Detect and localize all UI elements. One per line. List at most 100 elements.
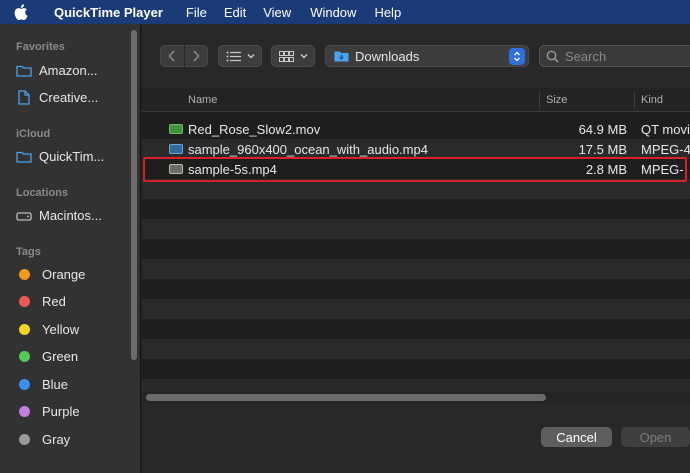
tag-label: Yellow [42, 322, 80, 337]
menu-file[interactable]: File [186, 5, 207, 20]
empty-row [142, 279, 690, 299]
folder-icon [16, 64, 32, 78]
empty-row [142, 199, 690, 219]
tag-orange[interactable]: Orange [16, 267, 85, 282]
dialog-footer: Cancel Open [142, 404, 690, 473]
open-file-dialog: Favorites Amazon... Creative... iCloud Q… [0, 24, 690, 473]
empty-row [142, 359, 690, 379]
green-tag-dot-icon [19, 351, 30, 362]
updown-chevron-icon [509, 48, 525, 65]
search-icon [546, 50, 559, 63]
sidebar-item-macintosh[interactable]: Macintos... [16, 208, 102, 223]
icon-grid-view-button[interactable] [271, 45, 315, 67]
horizontal-scrollbar[interactable] [146, 394, 546, 401]
file-name: sample-5s.mp4 [188, 162, 277, 177]
file-kind: MPEG-4 [641, 142, 690, 157]
movie-file-icon [169, 124, 183, 134]
empty-row [142, 179, 690, 199]
file-row[interactable]: Red_Rose_Slow2.mov 64.9 MB QT movi [142, 119, 690, 139]
column-divider[interactable] [634, 91, 635, 109]
blue-tag-dot-icon [19, 379, 30, 390]
sidebar-item-label: Amazon... [39, 63, 98, 78]
toolbar: Downloads [142, 24, 690, 88]
empty-row [142, 239, 690, 259]
menu-window[interactable]: Window [310, 5, 356, 20]
tag-label: Gray [42, 432, 71, 447]
file-name: sample_960x400_ocean_with_audio.mp4 [188, 142, 428, 157]
tag-purple[interactable]: Purple [16, 404, 80, 419]
purple-tag-dot-icon [19, 406, 30, 417]
menu-edit[interactable]: Edit [224, 5, 246, 20]
sidebar-item-label: QuickTim... [39, 149, 105, 164]
tag-label: Orange [42, 267, 86, 282]
folder-icon [16, 150, 32, 164]
tag-gray[interactable]: Gray [16, 432, 70, 447]
tag-green[interactable]: Green [16, 349, 78, 364]
file-kind: MPEG- [641, 162, 684, 177]
tag-label: Red [42, 294, 66, 309]
file-size: 17.5 MB [578, 142, 627, 157]
tag-blue[interactable]: Blue [16, 377, 68, 392]
document-icon [16, 90, 32, 105]
disk-icon [16, 209, 32, 223]
chevron-down-icon [300, 53, 308, 59]
file-row[interactable]: sample_960x400_ocean_with_audio.mp4 17.5… [142, 139, 690, 159]
chevron-down-icon [247, 53, 255, 59]
search-field[interactable] [539, 45, 690, 67]
file-kind: QT movi [641, 122, 690, 137]
sidebar-section-favorites: Favorites [16, 41, 65, 53]
yellow-tag-dot-icon [19, 324, 30, 335]
column-divider[interactable] [539, 91, 540, 109]
tag-label: Blue [42, 377, 69, 392]
menu-bar: QuickTime Player File Edit View Window H… [0, 0, 690, 24]
tag-red[interactable]: Red [16, 294, 66, 309]
apple-logo-icon[interactable] [14, 4, 40, 20]
sidebar-item-creative[interactable]: Creative... [16, 90, 98, 105]
search-input[interactable] [565, 48, 685, 64]
list-view-button[interactable] [218, 45, 262, 67]
empty-row [142, 299, 690, 319]
file-row[interactable]: sample-5s.mp4 2.8 MB MPEG- [142, 159, 690, 179]
cancel-button[interactable]: Cancel [541, 427, 612, 447]
column-header-name[interactable]: Name [188, 94, 217, 106]
video-file-icon [169, 144, 183, 154]
tag-yellow[interactable]: Yellow [16, 322, 79, 337]
file-list: Name Size Kind Red_Rose_Slow2.mov 64.9 M… [142, 88, 690, 418]
location-label: Downloads [355, 48, 420, 64]
sidebar-section-locations: Locations [16, 187, 68, 199]
sidebar-scrollbar[interactable] [131, 30, 137, 360]
tag-label: Purple [42, 404, 80, 419]
gray-tag-dot-icon [19, 434, 30, 445]
tag-label: Green [42, 349, 79, 364]
file-name: Red_Rose_Slow2.mov [188, 122, 321, 137]
menu-view[interactable]: View [263, 5, 291, 20]
file-size: 64.9 MB [578, 122, 627, 137]
orange-tag-dot-icon [19, 269, 30, 280]
empty-row [142, 319, 690, 339]
forward-chevron-icon[interactable] [185, 50, 208, 62]
list-view-icon [226, 51, 241, 62]
grid-view-icon [278, 50, 294, 62]
downloads-folder-icon [334, 50, 349, 62]
empty-row [142, 219, 690, 239]
list-header: Name Size Kind [142, 88, 690, 112]
sidebar-section-tags: Tags [16, 246, 41, 258]
menu-help[interactable]: Help [374, 5, 401, 20]
video-file-icon [169, 164, 183, 174]
red-tag-dot-icon [19, 296, 30, 307]
empty-row [142, 339, 690, 359]
sidebar-item-amazon[interactable]: Amazon... [16, 63, 98, 78]
file-size: 2.8 MB [585, 162, 627, 177]
menu-app-name[interactable]: QuickTime Player [54, 5, 163, 20]
column-header-size[interactable]: Size [546, 94, 567, 106]
open-button[interactable]: Open [621, 427, 690, 447]
sidebar-item-label: Creative... [39, 90, 99, 105]
empty-row [142, 259, 690, 279]
column-header-kind[interactable]: Kind [641, 94, 663, 106]
location-popup[interactable]: Downloads [325, 45, 529, 67]
back-chevron-icon[interactable] [161, 50, 184, 62]
back-forward-control [160, 45, 208, 67]
sidebar-item-quicktime[interactable]: QuickTim... [16, 149, 104, 164]
sidebar-item-label: Macintos... [39, 208, 102, 223]
sidebar-section-icloud: iCloud [16, 128, 51, 140]
